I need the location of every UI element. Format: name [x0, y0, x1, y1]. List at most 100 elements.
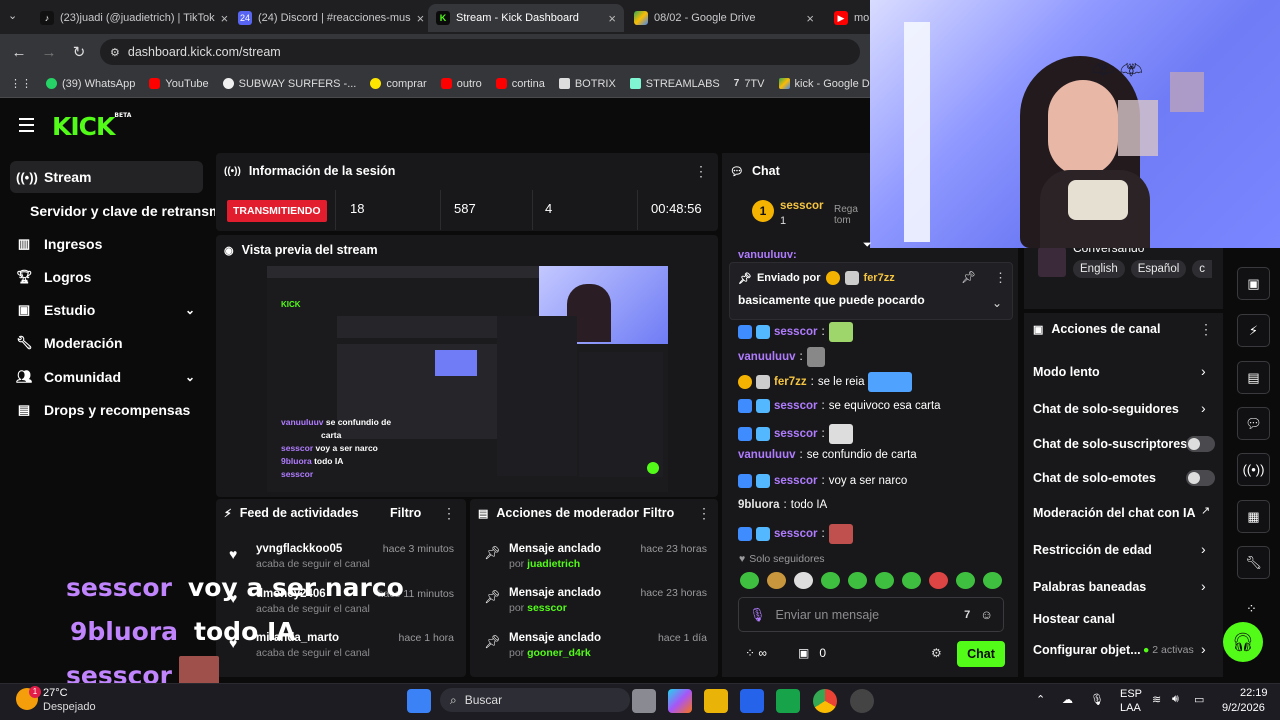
top-gifter-name[interactable]: sesscor: [780, 200, 823, 212]
sidebar-item-comunidad[interactable]: 👥︎ Comunidad ⌄: [10, 361, 203, 393]
chat-send-button[interactable]: Chat: [957, 641, 1005, 667]
more-options-icon[interactable]: ⋮: [694, 163, 708, 180]
emote[interactable]: [902, 572, 921, 589]
bookmark-streamlabs[interactable]: STREAMLABS: [629, 78, 720, 90]
chat-username[interactable]: sesscor: [774, 428, 817, 440]
pinned-user[interactable]: fer7zz: [864, 272, 895, 284]
emote[interactable]: [875, 572, 894, 589]
camera-icon[interactable]: ▣: [1237, 267, 1270, 300]
feed-filter-button[interactable]: Filtro: [390, 506, 421, 520]
forward-icon[interactable]: →: [34, 44, 64, 61]
mod-action-user[interactable]: gooner_d4rk: [527, 647, 591, 659]
tab-kick-dashboard[interactable]: K Stream - Kick Dashboard ×: [428, 4, 624, 32]
wifi-icon[interactable]: ≋: [1152, 693, 1161, 706]
emote[interactable]: [848, 572, 867, 589]
chat-username[interactable]: sesscor: [774, 400, 817, 412]
bookmark-subway[interactable]: SUBWAY SURFERS -...: [222, 78, 356, 90]
volume-icon[interactable]: 🔊︎: [1172, 693, 1179, 706]
chat-username[interactable]: vanuuluuv: [738, 351, 796, 363]
obs-icon[interactable]: [850, 689, 874, 713]
sidebar-item-moderacion[interactable]: 🔧︎ Moderación: [10, 327, 203, 359]
emote[interactable]: [929, 572, 948, 589]
taskbar-search[interactable]: ⌕ Buscar: [440, 688, 630, 712]
stream-preview-video[interactable]: KICK vanuuluuv se confundio de carta ses…: [267, 266, 668, 492]
bookmark-whatsapp[interactable]: (39) WhatsApp: [46, 78, 135, 90]
file-explorer-icon[interactable]: [704, 689, 728, 713]
goals-item[interactable]: Configurar objet...: [1033, 643, 1141, 657]
host-channel-item[interactable]: Hostear canal: [1033, 612, 1115, 626]
tag[interactable]: English: [1073, 260, 1125, 278]
tab-search-icon[interactable]: ⌄: [8, 9, 17, 22]
menu-icon[interactable]: [19, 118, 34, 136]
subscribers-only-toggle[interactable]: [1186, 436, 1215, 452]
clock-date[interactable]: 9/2/2026: [1222, 702, 1265, 714]
age-restriction-item[interactable]: Restricción de edad: [1033, 543, 1152, 557]
more-options-icon[interactable]: ⋮: [697, 505, 711, 522]
emote[interactable]: [740, 572, 759, 589]
close-icon[interactable]: ×: [806, 11, 814, 26]
excel-icon[interactable]: [776, 689, 800, 713]
pin-icon[interactable]: 📌︎: [961, 270, 976, 284]
infinity-icon[interactable]: ⁘ ∞: [745, 646, 767, 660]
mod-action-user[interactable]: sesscor: [527, 602, 567, 614]
emote[interactable]: [983, 572, 1002, 589]
chat-username[interactable]: sesscor: [774, 528, 817, 540]
close-icon[interactable]: ×: [608, 11, 616, 26]
bolt-icon[interactable]: ⚡︎: [1237, 314, 1270, 347]
bookmark-youtube[interactable]: YouTube: [149, 78, 209, 90]
reload-icon[interactable]: ↻: [64, 43, 94, 61]
close-icon[interactable]: ×: [221, 11, 228, 26]
word-icon[interactable]: [740, 689, 764, 713]
more-options-icon[interactable]: ⋮: [994, 270, 1007, 286]
tab-google-drive[interactable]: 08/02 - Google Drive ×: [626, 4, 822, 32]
emoji-icon[interactable]: ☺: [980, 608, 993, 622]
ai-moderation-item[interactable]: Moderación del chat con IA: [1033, 506, 1196, 520]
tag[interactable]: Español: [1130, 260, 1187, 278]
7tv-icon[interactable]: 7: [964, 609, 970, 621]
category-thumbnail[interactable]: [1038, 247, 1066, 277]
battery-icon[interactable]: ▭: [1194, 693, 1204, 706]
share-icon[interactable]: ⁘: [1246, 601, 1257, 617]
bookmark-7tv[interactable]: 7 7TV: [734, 78, 765, 90]
tag[interactable]: c: [1192, 260, 1213, 278]
clock-time[interactable]: 22:19: [1240, 687, 1268, 699]
sidebar-item-server-key[interactable]: Servidor y clave de retransm: [10, 195, 215, 227]
site-info-icon[interactable]: ⚙: [110, 46, 120, 59]
followers-only-item[interactable]: Chat de solo-seguidores: [1033, 402, 1179, 416]
emote[interactable]: [767, 572, 786, 589]
bookmark-comprar[interactable]: comprar: [370, 78, 427, 90]
chevron-up-icon[interactable]: ⌃: [1036, 693, 1045, 706]
back-icon[interactable]: ←: [4, 44, 34, 61]
cloud-icon[interactable]: ☁: [1062, 693, 1073, 706]
bookmark-outro[interactable]: outro: [440, 78, 482, 90]
microphone-icon[interactable]: 🎙︎: [1090, 693, 1104, 706]
language-code[interactable]: ESP: [1120, 688, 1142, 700]
apps-icon[interactable]: ⋮⋮: [10, 77, 32, 90]
copilot-icon[interactable]: [668, 689, 692, 713]
chrome-icon[interactable]: [813, 689, 837, 713]
chat-username[interactable]: sesscor: [774, 326, 817, 338]
mod-filter-button[interactable]: Filtro: [643, 506, 674, 520]
chat-username[interactable]: sesscor: [774, 475, 817, 487]
emote[interactable]: [956, 572, 975, 589]
emote[interactable]: [821, 572, 840, 589]
sidebar-item-ingresos[interactable]: ▥ Ingresos: [10, 228, 203, 260]
chat-bubble-icon[interactable]: 💬︎: [1237, 407, 1270, 440]
more-options-icon[interactable]: ⋮: [442, 505, 456, 522]
broadcast-icon[interactable]: ((•)): [1237, 453, 1270, 486]
support-icon[interactable]: 🎧︎: [1223, 622, 1263, 662]
chat-username[interactable]: vanuuluuv: [738, 449, 796, 461]
banned-words-item[interactable]: Palabras baneadas: [1033, 580, 1146, 594]
emote[interactable]: [794, 572, 813, 589]
chat-username[interactable]: 9bluora: [738, 499, 780, 511]
gear-icon[interactable]: ⚙: [931, 646, 942, 660]
document-icon[interactable]: ▤: [1237, 361, 1270, 394]
slow-mode-item[interactable]: Modo lento: [1033, 365, 1100, 379]
channel-points[interactable]: ▣ 0: [798, 646, 826, 660]
bookmark-botrix[interactable]: BOTRIX: [558, 78, 616, 90]
windows-start-icon[interactable]: [407, 689, 431, 713]
task-view-icon[interactable]: [632, 689, 656, 713]
sidebar-item-stream[interactable]: ((•)) Stream: [10, 161, 203, 193]
mod-action-user[interactable]: juadietrich: [527, 558, 580, 570]
video-icon[interactable]: ▦: [1237, 500, 1270, 533]
